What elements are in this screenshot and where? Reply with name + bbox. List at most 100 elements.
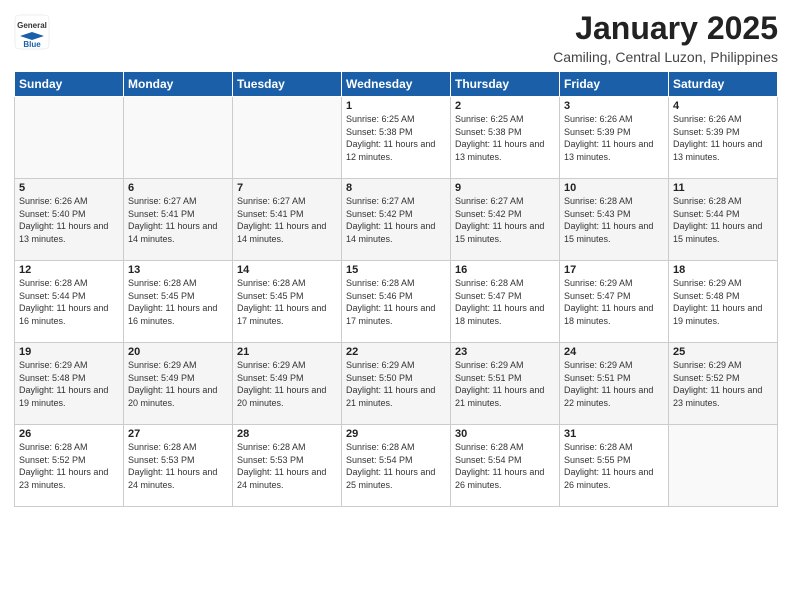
day-number: 7 (237, 182, 337, 194)
day-number: 19 (19, 346, 119, 358)
table-row: 28Sunrise: 6:28 AMSunset: 5:53 PMDayligh… (233, 425, 342, 507)
day-number: 17 (564, 264, 664, 276)
table-row: 15Sunrise: 6:28 AMSunset: 5:46 PMDayligh… (342, 261, 451, 343)
day-number: 29 (346, 428, 446, 440)
col-sunday: Sunday (15, 72, 124, 97)
table-row: 9Sunrise: 6:27 AMSunset: 5:42 PMDaylight… (451, 179, 560, 261)
col-tuesday: Tuesday (233, 72, 342, 97)
day-info: Sunrise: 6:28 AMSunset: 5:54 PMDaylight:… (455, 441, 555, 491)
header: General Blue January 2025 Camiling, Cent… (14, 10, 778, 65)
table-row: 5Sunrise: 6:26 AMSunset: 5:40 PMDaylight… (15, 179, 124, 261)
day-number: 24 (564, 346, 664, 358)
day-info: Sunrise: 6:29 AMSunset: 5:50 PMDaylight:… (346, 359, 446, 409)
day-info: Sunrise: 6:28 AMSunset: 5:55 PMDaylight:… (564, 441, 664, 491)
logo: General Blue (14, 14, 50, 50)
day-info: Sunrise: 6:28 AMSunset: 5:44 PMDaylight:… (673, 195, 773, 245)
day-info: Sunrise: 6:29 AMSunset: 5:49 PMDaylight:… (128, 359, 228, 409)
table-row: 3Sunrise: 6:26 AMSunset: 5:39 PMDaylight… (560, 97, 669, 179)
day-number: 30 (455, 428, 555, 440)
day-info: Sunrise: 6:29 AMSunset: 5:49 PMDaylight:… (237, 359, 337, 409)
day-number: 28 (237, 428, 337, 440)
day-info: Sunrise: 6:26 AMSunset: 5:39 PMDaylight:… (564, 113, 664, 163)
col-wednesday: Wednesday (342, 72, 451, 97)
title-block: January 2025 Camiling, Central Luzon, Ph… (553, 10, 778, 65)
day-info: Sunrise: 6:27 AMSunset: 5:42 PMDaylight:… (455, 195, 555, 245)
svg-text:Blue: Blue (23, 40, 41, 49)
day-info: Sunrise: 6:29 AMSunset: 5:52 PMDaylight:… (673, 359, 773, 409)
calendar-week-row: 26Sunrise: 6:28 AMSunset: 5:52 PMDayligh… (15, 425, 778, 507)
day-info: Sunrise: 6:28 AMSunset: 5:46 PMDaylight:… (346, 277, 446, 327)
day-number: 8 (346, 182, 446, 194)
table-row: 18Sunrise: 6:29 AMSunset: 5:48 PMDayligh… (669, 261, 778, 343)
day-number: 23 (455, 346, 555, 358)
table-row: 1Sunrise: 6:25 AMSunset: 5:38 PMDaylight… (342, 97, 451, 179)
day-info: Sunrise: 6:28 AMSunset: 5:45 PMDaylight:… (237, 277, 337, 327)
table-row (124, 97, 233, 179)
svg-text:General: General (17, 21, 47, 30)
day-info: Sunrise: 6:28 AMSunset: 5:43 PMDaylight:… (564, 195, 664, 245)
day-number: 2 (455, 100, 555, 112)
table-row: 6Sunrise: 6:27 AMSunset: 5:41 PMDaylight… (124, 179, 233, 261)
calendar-table: Sunday Monday Tuesday Wednesday Thursday… (14, 71, 778, 507)
day-number: 21 (237, 346, 337, 358)
logo-icon: General Blue (14, 14, 50, 50)
calendar-header-row: Sunday Monday Tuesday Wednesday Thursday… (15, 72, 778, 97)
table-row: 23Sunrise: 6:29 AMSunset: 5:51 PMDayligh… (451, 343, 560, 425)
day-info: Sunrise: 6:27 AMSunset: 5:41 PMDaylight:… (237, 195, 337, 245)
table-row: 16Sunrise: 6:28 AMSunset: 5:47 PMDayligh… (451, 261, 560, 343)
day-number: 9 (455, 182, 555, 194)
table-row: 21Sunrise: 6:29 AMSunset: 5:49 PMDayligh… (233, 343, 342, 425)
table-row: 26Sunrise: 6:28 AMSunset: 5:52 PMDayligh… (15, 425, 124, 507)
table-row: 8Sunrise: 6:27 AMSunset: 5:42 PMDaylight… (342, 179, 451, 261)
day-info: Sunrise: 6:29 AMSunset: 5:51 PMDaylight:… (564, 359, 664, 409)
day-number: 5 (19, 182, 119, 194)
col-monday: Monday (124, 72, 233, 97)
table-row: 10Sunrise: 6:28 AMSunset: 5:43 PMDayligh… (560, 179, 669, 261)
day-info: Sunrise: 6:28 AMSunset: 5:52 PMDaylight:… (19, 441, 119, 491)
table-row: 22Sunrise: 6:29 AMSunset: 5:50 PMDayligh… (342, 343, 451, 425)
page: General Blue January 2025 Camiling, Cent… (0, 0, 792, 612)
day-number: 12 (19, 264, 119, 276)
table-row (669, 425, 778, 507)
day-info: Sunrise: 6:29 AMSunset: 5:48 PMDaylight:… (673, 277, 773, 327)
day-info: Sunrise: 6:28 AMSunset: 5:47 PMDaylight:… (455, 277, 555, 327)
day-info: Sunrise: 6:27 AMSunset: 5:41 PMDaylight:… (128, 195, 228, 245)
day-info: Sunrise: 6:28 AMSunset: 5:45 PMDaylight:… (128, 277, 228, 327)
table-row: 13Sunrise: 6:28 AMSunset: 5:45 PMDayligh… (124, 261, 233, 343)
table-row: 12Sunrise: 6:28 AMSunset: 5:44 PMDayligh… (15, 261, 124, 343)
col-thursday: Thursday (451, 72, 560, 97)
day-info: Sunrise: 6:27 AMSunset: 5:42 PMDaylight:… (346, 195, 446, 245)
day-info: Sunrise: 6:26 AMSunset: 5:39 PMDaylight:… (673, 113, 773, 163)
day-info: Sunrise: 6:29 AMSunset: 5:48 PMDaylight:… (19, 359, 119, 409)
location-title: Camiling, Central Luzon, Philippines (553, 49, 778, 65)
col-friday: Friday (560, 72, 669, 97)
table-row: 29Sunrise: 6:28 AMSunset: 5:54 PMDayligh… (342, 425, 451, 507)
day-number: 20 (128, 346, 228, 358)
day-number: 25 (673, 346, 773, 358)
table-row: 31Sunrise: 6:28 AMSunset: 5:55 PMDayligh… (560, 425, 669, 507)
table-row: 7Sunrise: 6:27 AMSunset: 5:41 PMDaylight… (233, 179, 342, 261)
month-title: January 2025 (553, 10, 778, 47)
day-number: 22 (346, 346, 446, 358)
day-number: 10 (564, 182, 664, 194)
table-row: 27Sunrise: 6:28 AMSunset: 5:53 PMDayligh… (124, 425, 233, 507)
day-number: 14 (237, 264, 337, 276)
day-number: 13 (128, 264, 228, 276)
day-info: Sunrise: 6:28 AMSunset: 5:54 PMDaylight:… (346, 441, 446, 491)
day-number: 6 (128, 182, 228, 194)
day-number: 27 (128, 428, 228, 440)
day-number: 18 (673, 264, 773, 276)
day-number: 15 (346, 264, 446, 276)
day-info: Sunrise: 6:29 AMSunset: 5:47 PMDaylight:… (564, 277, 664, 327)
table-row: 14Sunrise: 6:28 AMSunset: 5:45 PMDayligh… (233, 261, 342, 343)
table-row: 25Sunrise: 6:29 AMSunset: 5:52 PMDayligh… (669, 343, 778, 425)
day-info: Sunrise: 6:28 AMSunset: 5:44 PMDaylight:… (19, 277, 119, 327)
table-row: 30Sunrise: 6:28 AMSunset: 5:54 PMDayligh… (451, 425, 560, 507)
table-row (233, 97, 342, 179)
calendar-week-row: 1Sunrise: 6:25 AMSunset: 5:38 PMDaylight… (15, 97, 778, 179)
day-number: 16 (455, 264, 555, 276)
calendar-week-row: 5Sunrise: 6:26 AMSunset: 5:40 PMDaylight… (15, 179, 778, 261)
day-info: Sunrise: 6:29 AMSunset: 5:51 PMDaylight:… (455, 359, 555, 409)
day-info: Sunrise: 6:28 AMSunset: 5:53 PMDaylight:… (237, 441, 337, 491)
day-info: Sunrise: 6:26 AMSunset: 5:40 PMDaylight:… (19, 195, 119, 245)
